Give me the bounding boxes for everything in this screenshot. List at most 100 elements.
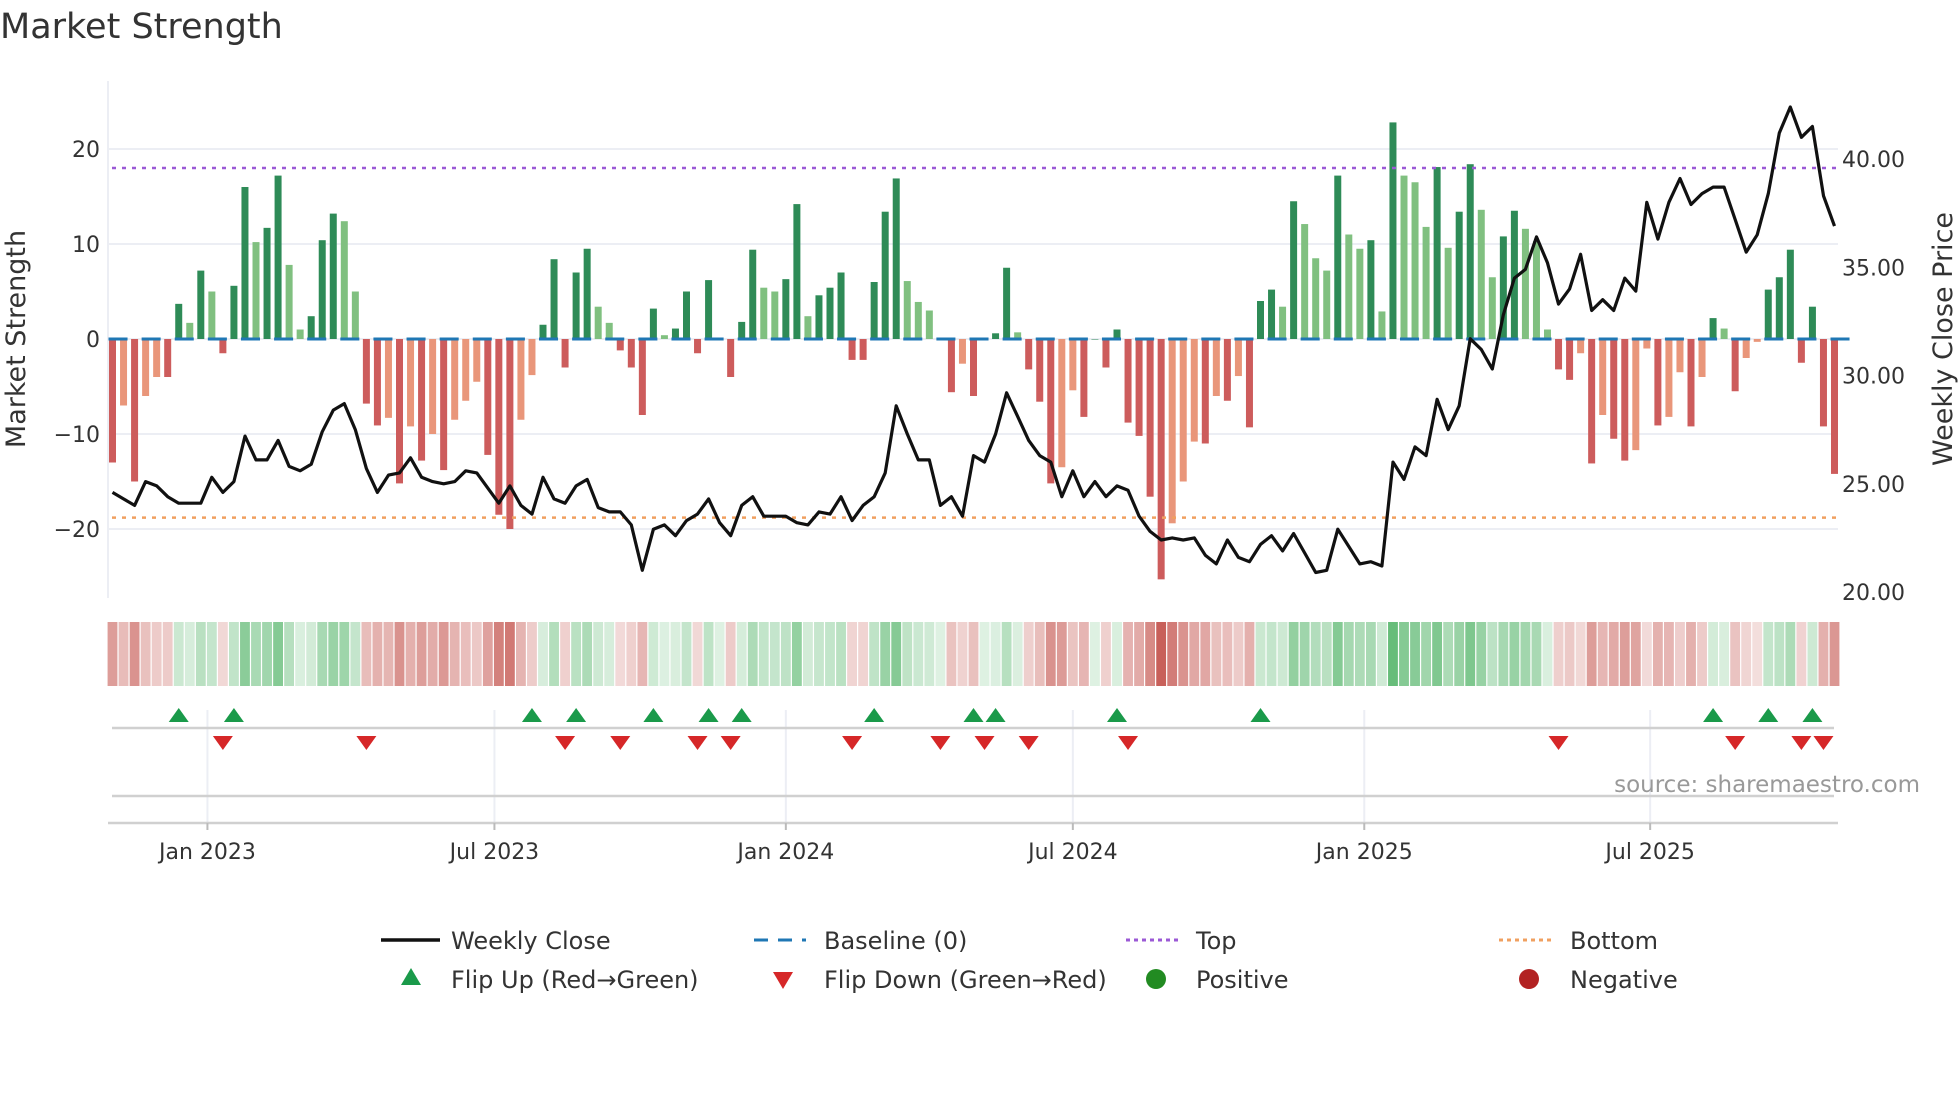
heat-cell <box>1608 622 1619 686</box>
strength-bar <box>1400 175 1408 339</box>
left-axis-ticks: 20 10 0 −10 −20 <box>54 138 100 543</box>
heat-cell <box>240 622 250 686</box>
heat-cell <box>604 622 615 686</box>
heat-cell <box>206 622 217 686</box>
right-axis-title: Weekly Close Price <box>1928 212 1959 466</box>
heat-cell <box>836 622 846 686</box>
heat-cell <box>1012 622 1023 686</box>
y2-tick-label: 30.00 <box>1842 365 1905 390</box>
heat-cell <box>1730 622 1741 686</box>
strength-bar <box>1599 339 1607 415</box>
heat-cell <box>262 622 272 686</box>
heat-cell <box>1432 622 1443 686</box>
strength-bar <box>362 339 370 404</box>
strength-bar <box>1323 270 1331 339</box>
strength-bar <box>804 316 812 339</box>
heat-cell <box>1785 622 1796 686</box>
strength-bar <box>285 264 293 339</box>
heat-cell <box>1564 622 1575 686</box>
flip-down-marker <box>687 736 708 750</box>
strength-bar <box>495 339 503 515</box>
market-strength-chart: Market Strength 20 10 0 −10 −20 40.00 35.00 30… <box>0 7 1959 994</box>
heat-cell <box>372 622 383 686</box>
legend-label: Flip Down (Green→Red) <box>824 966 1107 994</box>
strength-bar <box>870 282 878 339</box>
strength-bar <box>1687 339 1695 427</box>
strength-bar <box>175 303 183 339</box>
legend-label: Flip Up (Red→Green) <box>451 966 699 994</box>
strength-bar <box>826 287 834 339</box>
x-tick-label: Jul 2023 <box>448 840 540 865</box>
heat-cell <box>339 622 350 686</box>
strength-bar <box>1654 339 1662 426</box>
legend-label: Top <box>1195 927 1237 955</box>
y2-tick-label: 40.00 <box>1842 148 1905 173</box>
heat-cell <box>350 622 361 686</box>
strength-bar <box>1632 339 1640 451</box>
heat-cell <box>405 622 416 686</box>
heat-cell <box>1277 622 1288 686</box>
heat-cell <box>151 622 162 686</box>
strength-bar <box>1003 267 1011 339</box>
heat-cell <box>1233 622 1244 686</box>
strength-bar <box>1753 339 1761 342</box>
heat-cell <box>118 622 129 686</box>
strength-bar <box>1234 339 1242 377</box>
heat-cell <box>438 622 449 686</box>
heat-cell <box>1664 622 1674 686</box>
heat-cell <box>527 622 537 686</box>
strength-bar <box>1422 226 1430 339</box>
strength-bar <box>1212 339 1220 396</box>
heat-cell <box>1597 622 1608 686</box>
strength-bar <box>837 272 845 339</box>
strength-bar <box>1290 201 1298 339</box>
strength-bar <box>1477 209 1485 339</box>
strength-bar <box>1179 339 1187 482</box>
triangle-up-icon <box>401 968 421 985</box>
strength-bar <box>1201 339 1209 444</box>
strength-bar <box>1775 277 1783 339</box>
strength-bar <box>859 339 867 360</box>
heat-cell <box>1531 622 1542 686</box>
heat-cell <box>1520 622 1531 686</box>
heat-cell <box>427 622 438 686</box>
strength-bar <box>1521 228 1529 339</box>
heat-cell <box>560 622 570 686</box>
strength-bar <box>484 339 492 455</box>
strength-bar <box>1124 339 1132 423</box>
strength-bar <box>594 306 602 339</box>
heat-cell <box>990 622 1001 686</box>
strength-bar <box>1146 339 1154 497</box>
heat-cell <box>1476 622 1487 686</box>
strength-bar <box>572 272 580 339</box>
strength-bar <box>848 339 856 360</box>
strength-bar <box>925 310 933 339</box>
heat-cell <box>383 622 394 686</box>
strength-bar <box>230 285 238 339</box>
heat-cell <box>1377 622 1387 686</box>
strength-bar <box>1091 339 1099 340</box>
heat-cell <box>858 622 869 686</box>
strength-bar <box>241 187 249 339</box>
heat-cell <box>1112 622 1122 686</box>
strength-bar <box>793 204 801 339</box>
strength-bar <box>583 248 591 339</box>
legend-item-flip-down: Flip Down (Green→Red) <box>773 966 1107 994</box>
strength-bar <box>892 178 900 339</box>
heat-cell <box>460 622 471 686</box>
heat-cell <box>1244 622 1255 686</box>
chart-title: Market Strength <box>0 7 283 47</box>
strength-bar <box>1190 339 1198 442</box>
strength-bar <box>694 339 702 354</box>
heat-cell <box>184 622 195 686</box>
heat-cell <box>946 622 957 686</box>
strength-bar <box>462 339 470 401</box>
heat-cell <box>924 622 935 686</box>
y-tick-label: 0 <box>86 328 100 353</box>
heat-cell <box>1145 622 1156 686</box>
heat-cell <box>1090 622 1100 686</box>
strength-bar <box>539 324 547 339</box>
x-tick-label: Jul 2024 <box>1026 840 1118 865</box>
heat-cell <box>1774 622 1785 686</box>
legend-item-flip-up: Flip Up (Red→Green) <box>401 966 699 994</box>
